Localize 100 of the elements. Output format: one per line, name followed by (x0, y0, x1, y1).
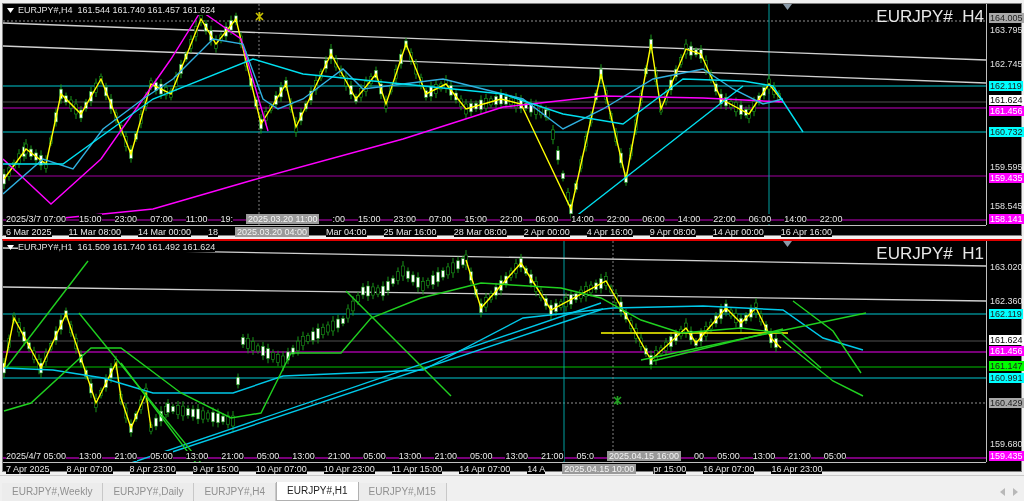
time-label: 8 Apr 23:00 (129, 463, 176, 474)
chart-tab[interactable]: EURJPY#,Weekly (2, 483, 104, 501)
price-marker: 161.624 (989, 335, 1024, 345)
time-label: 05:00 (823, 451, 847, 461)
symbol-label: EURJPY# H1 (876, 244, 984, 264)
time-label: 11:00 (185, 214, 208, 224)
time-label: 05:00 (363, 451, 386, 461)
time-label: 22:00 (819, 214, 843, 224)
price-label: 163.795 (989, 25, 1024, 35)
cross-marker-icon (255, 12, 264, 21)
time-label: 13:00 (292, 451, 315, 461)
time-label: 21:00 (434, 451, 457, 461)
time-label: 00 (694, 451, 705, 461)
time-label: 7 Apr 2025 (6, 463, 50, 474)
chart-header-text: EURJPY#,H4 161.544 161.740 161.457 161.624 (18, 5, 216, 15)
time-label: 07:00 (150, 214, 173, 224)
time-label: 28 Mar 08:00 (453, 226, 507, 237)
time-label: 14:00 (571, 214, 594, 224)
time-label: 21:00 (788, 451, 811, 461)
price-marker: 161.456 (989, 106, 1024, 116)
chart-tab[interactable]: EURJPY#,Daily (103, 483, 195, 501)
price-marker: 164.005 (989, 13, 1024, 23)
crosshair-time-label: 2025.03.20 11:00 (246, 214, 320, 224)
time-label: 14:00 (677, 214, 701, 224)
price-label: 163.020 (989, 262, 1024, 272)
time-label: 11 Apr 15:00 (391, 463, 443, 474)
time-label: 22:00 (606, 214, 630, 224)
time-label: 19: (220, 214, 234, 224)
time-label: 2025/3/7 07:00 (6, 214, 67, 224)
time-label: 10 Apr 07:00 (255, 463, 307, 474)
time-label: 10 Apr 23:00 (323, 463, 375, 474)
time-label: 16 Apr 23:00 (771, 463, 823, 474)
time-label: 13:00 (752, 451, 776, 461)
time-label: 23:00 (114, 214, 138, 224)
chart-panel[interactable] (2, 3, 1022, 236)
time-label: 05:00 (150, 451, 173, 461)
time-label: 14 Apr 00:00 (712, 226, 764, 237)
time-label: 15:00 (357, 214, 381, 224)
time-label: 16 Apr 07:00 (703, 463, 755, 474)
time-label: Mar 04:00 (326, 226, 367, 237)
price-label: 158.545 (989, 201, 1024, 211)
time-label: 13:00 (79, 451, 102, 461)
price-marker: 160.732 (989, 127, 1024, 137)
time-label: 05:00 (469, 451, 493, 461)
time-label: 2 Apr 00:00 (523, 226, 570, 237)
cross-marker-icon (613, 396, 622, 405)
time-label: 06:00 (642, 214, 665, 224)
price-marker: 159.435 (989, 451, 1024, 461)
chart-tab[interactable]: EURJPY#,H1 (276, 482, 359, 501)
time-label: 16 Apr 16:00 (780, 226, 832, 237)
chart-header-text: EURJPY#,H1 161.509 161.740 161.492 161.624 (18, 242, 216, 252)
price-marker: 160.429 (989, 398, 1024, 408)
time-label: 21:00 (327, 451, 351, 461)
time-label: 22:00 (713, 214, 736, 224)
shift-marker-icon[interactable] (783, 241, 792, 247)
time-label: 05:0 (576, 451, 595, 461)
crosshair-time-label: 2025.04.15 10:00 (562, 463, 637, 474)
price-label: 159.680 (989, 439, 1024, 449)
chart-panel[interactable] (2, 239, 1022, 472)
price-marker: 160.991 (989, 373, 1024, 383)
shift-marker-icon[interactable] (783, 4, 792, 10)
price-label: 162.745 (989, 59, 1024, 69)
time-label: 05:00 (717, 451, 740, 461)
time-label: pr 15:00 (653, 463, 687, 474)
time-label: 14 A (527, 463, 546, 474)
time-label: 07:00 (429, 214, 452, 224)
price-marker: 161.456 (989, 346, 1024, 356)
chart-tab[interactable]: EURJPY#,M15 (358, 483, 447, 501)
time-label: 18 (207, 226, 218, 237)
time-label: 06:00 (535, 214, 559, 224)
time-label: 11 Mar 08:00 (68, 226, 121, 237)
time-label: 21:00 (540, 451, 564, 461)
crosshair-time-label: 2025.04.15 16:00 (607, 451, 682, 461)
time-label: 06:00 (748, 214, 772, 224)
time-label: :00 (332, 214, 345, 224)
time-label: 15:00 (79, 214, 102, 224)
price-marker: 161.147 (989, 361, 1024, 371)
price-marker: 162.119 (989, 81, 1023, 91)
time-label: 8 Apr 07:00 (66, 463, 113, 474)
time-label: 05:00 (256, 451, 280, 461)
price-label: 159.595 (989, 162, 1024, 172)
time-label: 22:00 (500, 214, 523, 224)
crosshair-time-label: 2025.03.20 04:00 (234, 226, 310, 237)
time-label: 14:00 (784, 214, 807, 224)
price-label: 162.360 (989, 296, 1024, 306)
time-label: 13:00 (505, 451, 528, 461)
time-label: 15:00 (464, 214, 488, 224)
price-marker: 161.624 (989, 95, 1024, 105)
dropdown-arrow-icon[interactable] (7, 7, 14, 13)
chart-tab[interactable]: EURJPY#,H4 (194, 483, 276, 501)
dropdown-arrow-icon[interactable] (7, 244, 14, 250)
price-marker: 162.119 (989, 309, 1023, 319)
time-label: 13:00 (185, 451, 209, 461)
time-label: 14 Apr 07:00 (459, 463, 511, 474)
time-label: 6 Mar 2025 (6, 226, 52, 237)
time-label: 14 Mar 00:00 (137, 226, 191, 237)
time-label: 9 Apr 08:00 (649, 226, 696, 237)
time-label: 13:00 (398, 451, 422, 461)
time-label: 21:00 (114, 451, 138, 461)
time-label: 4 Apr 16:00 (586, 226, 633, 237)
